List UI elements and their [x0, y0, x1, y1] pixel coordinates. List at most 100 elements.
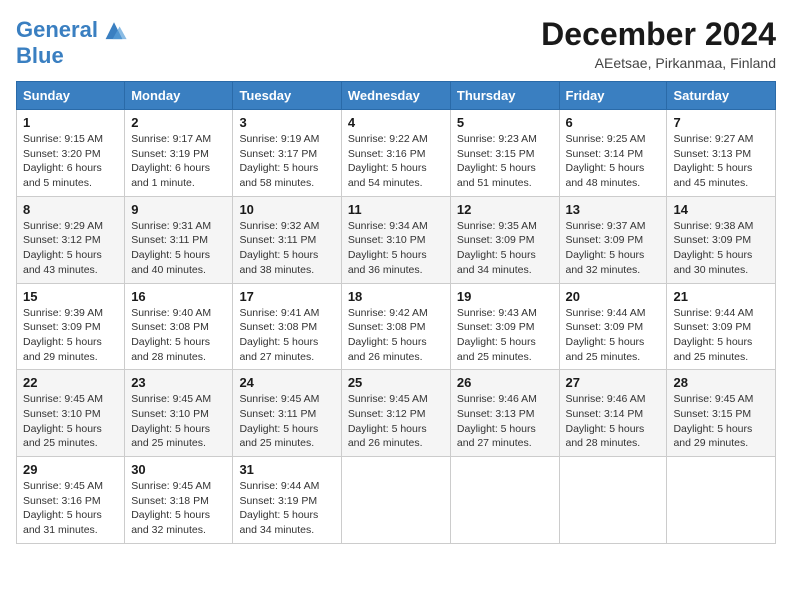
day-number: 18 — [348, 289, 444, 304]
day-cell: 10 Sunrise: 9:32 AMSunset: 3:11 PMDayligh… — [233, 196, 341, 283]
day-cell: 15Sunrise: 9:39 AMSunset: 3:09 PMDayligh… — [17, 283, 125, 370]
day-info: Sunrise: 9:31 AMSunset: 3:11 PMDaylight:… — [131, 219, 226, 278]
day-number: 1 — [23, 115, 118, 130]
day-info: Sunrise: 9:45 AMSunset: 3:16 PMDaylight:… — [23, 479, 118, 538]
day-number: 7 — [673, 115, 769, 130]
day-info: Sunrise: 9:45 AMSunset: 3:10 PMDaylight:… — [23, 392, 118, 451]
day-info: Sunrise: 9:45 AMSunset: 3:11 PMDaylight:… — [239, 392, 334, 451]
day-cell: 12Sunrise: 9:35 AMSunset: 3:09 PMDayligh… — [450, 196, 559, 283]
day-cell: 22 Sunrise: 9:45 AMSunset: 3:10 PMDayligh… — [17, 370, 125, 457]
day-info: Sunrise: 9:43 AMSunset: 3:09 PMDaylight:… — [457, 306, 553, 365]
week-row-4: 22 Sunrise: 9:45 AMSunset: 3:10 PMDayligh… — [17, 370, 776, 457]
day-number: 13 — [566, 202, 661, 217]
day-cell: 11 Sunrise: 9:34 AMSunset: 3:10 PMDayligh… — [341, 196, 450, 283]
day-cell: 2Sunrise: 9:17 AMSunset: 3:19 PMDaylight… — [125, 110, 233, 197]
day-number: 21 — [673, 289, 769, 304]
header-cell-wednesday: Wednesday — [341, 82, 450, 110]
day-number: 19 — [457, 289, 553, 304]
day-number: 9 — [131, 202, 226, 217]
day-info: Sunrise: 9:19 AMSunset: 3:17 PMDaylight:… — [239, 132, 334, 191]
day-number: 10 — [239, 202, 334, 217]
day-cell: 21 Sunrise: 9:44 AMSunset: 3:09 PMDayligh… — [667, 283, 776, 370]
day-number: 25 — [348, 375, 444, 390]
header-row: SundayMondayTuesdayWednesdayThursdayFrid… — [17, 82, 776, 110]
day-cell: 8 Sunrise: 9:29 AMSunset: 3:12 PMDaylight… — [17, 196, 125, 283]
header-cell-friday: Friday — [559, 82, 667, 110]
day-info: Sunrise: 9:45 AMSunset: 3:10 PMDaylight:… — [131, 392, 226, 451]
day-cell: 5 Sunrise: 9:23 AMSunset: 3:15 PMDaylight… — [450, 110, 559, 197]
day-cell: 20 Sunrise: 9:44 AMSunset: 3:09 PMDayligh… — [559, 283, 667, 370]
day-number: 29 — [23, 462, 118, 477]
day-info: Sunrise: 9:40 AMSunset: 3:08 PMDaylight:… — [131, 306, 226, 365]
day-cell: 25 Sunrise: 9:45 AMSunset: 3:12 PMDayligh… — [341, 370, 450, 457]
day-cell: 27Sunrise: 9:46 AMSunset: 3:14 PMDayligh… — [559, 370, 667, 457]
header-cell-thursday: Thursday — [450, 82, 559, 110]
day-info: Sunrise: 9:37 AMSunset: 3:09 PMDaylight:… — [566, 219, 661, 278]
logo: General Blue — [16, 16, 128, 68]
day-info: Sunrise: 9:29 AMSunset: 3:12 PMDaylight:… — [23, 219, 118, 278]
day-cell — [450, 457, 559, 544]
day-number: 30 — [131, 462, 226, 477]
calendar-table: SundayMondayTuesdayWednesdayThursdayFrid… — [16, 81, 776, 544]
day-info: Sunrise: 9:38 AMSunset: 3:09 PMDaylight:… — [673, 219, 769, 278]
day-number: 6 — [566, 115, 661, 130]
day-info: Sunrise: 9:45 AMSunset: 3:12 PMDaylight:… — [348, 392, 444, 451]
day-info: Sunrise: 9:27 AMSunset: 3:13 PMDaylight:… — [673, 132, 769, 191]
day-number: 12 — [457, 202, 553, 217]
logo-blue: Blue — [16, 44, 128, 68]
day-cell: 26 Sunrise: 9:46 AMSunset: 3:13 PMDayligh… — [450, 370, 559, 457]
title-area: December 2024 AEetsae, Pirkanmaa, Finlan… — [541, 16, 776, 71]
day-cell — [341, 457, 450, 544]
day-number: 27 — [566, 375, 661, 390]
day-number: 14 — [673, 202, 769, 217]
day-number: 8 — [23, 202, 118, 217]
day-cell: 16Sunrise: 9:40 AMSunset: 3:08 PMDayligh… — [125, 283, 233, 370]
day-number: 31 — [239, 462, 334, 477]
header-cell-sunday: Sunday — [17, 82, 125, 110]
day-cell: 13 Sunrise: 9:37 AMSunset: 3:09 PMDayligh… — [559, 196, 667, 283]
day-number: 22 — [23, 375, 118, 390]
day-cell — [559, 457, 667, 544]
day-info: Sunrise: 9:41 AMSunset: 3:08 PMDaylight:… — [239, 306, 334, 365]
week-row-3: 15Sunrise: 9:39 AMSunset: 3:09 PMDayligh… — [17, 283, 776, 370]
day-number: 24 — [239, 375, 334, 390]
day-info: Sunrise: 9:44 AMSunset: 3:09 PMDaylight:… — [673, 306, 769, 365]
header-cell-monday: Monday — [125, 82, 233, 110]
day-info: Sunrise: 9:45 AMSunset: 3:15 PMDaylight:… — [673, 392, 769, 451]
day-number: 11 — [348, 202, 444, 217]
day-cell: 14 Sunrise: 9:38 AMSunset: 3:09 PMDayligh… — [667, 196, 776, 283]
day-info: Sunrise: 9:34 AMSunset: 3:10 PMDaylight:… — [348, 219, 444, 278]
day-cell: 23 Sunrise: 9:45 AMSunset: 3:10 PMDayligh… — [125, 370, 233, 457]
day-number: 5 — [457, 115, 553, 130]
day-cell: 7 Sunrise: 9:27 AMSunset: 3:13 PMDaylight… — [667, 110, 776, 197]
header-cell-tuesday: Tuesday — [233, 82, 341, 110]
logo-icon — [100, 16, 128, 44]
day-cell: 28Sunrise: 9:45 AMSunset: 3:15 PMDayligh… — [667, 370, 776, 457]
day-number: 23 — [131, 375, 226, 390]
week-row-2: 8 Sunrise: 9:29 AMSunset: 3:12 PMDaylight… — [17, 196, 776, 283]
day-number: 20 — [566, 289, 661, 304]
day-info: Sunrise: 9:42 AMSunset: 3:08 PMDaylight:… — [348, 306, 444, 365]
day-cell: 18 Sunrise: 9:42 AMSunset: 3:08 PMDayligh… — [341, 283, 450, 370]
day-number: 2 — [131, 115, 226, 130]
day-cell — [667, 457, 776, 544]
day-cell: 9 Sunrise: 9:31 AMSunset: 3:11 PMDaylight… — [125, 196, 233, 283]
day-info: Sunrise: 9:44 AMSunset: 3:09 PMDaylight:… — [566, 306, 661, 365]
day-info: Sunrise: 9:39 AMSunset: 3:09 PMDaylight:… — [23, 306, 118, 365]
day-cell: 1Sunrise: 9:15 AMSunset: 3:20 PMDaylight… — [17, 110, 125, 197]
week-row-1: 1Sunrise: 9:15 AMSunset: 3:20 PMDaylight… — [17, 110, 776, 197]
logo-text: General — [16, 18, 98, 42]
day-number: 26 — [457, 375, 553, 390]
header: General Blue December 2024 AEetsae, Pirk… — [16, 16, 776, 71]
day-cell: 24 Sunrise: 9:45 AMSunset: 3:11 PMDayligh… — [233, 370, 341, 457]
day-info: Sunrise: 9:46 AMSunset: 3:13 PMDaylight:… — [457, 392, 553, 451]
day-info: Sunrise: 9:22 AMSunset: 3:16 PMDaylight:… — [348, 132, 444, 191]
day-info: Sunrise: 9:32 AMSunset: 3:11 PMDaylight:… — [239, 219, 334, 278]
day-cell: 19 Sunrise: 9:43 AMSunset: 3:09 PMDayligh… — [450, 283, 559, 370]
day-info: Sunrise: 9:45 AMSunset: 3:18 PMDaylight:… — [131, 479, 226, 538]
location-title: AEetsae, Pirkanmaa, Finland — [541, 55, 776, 71]
day-cell: 29 Sunrise: 9:45 AMSunset: 3:16 PMDayligh… — [17, 457, 125, 544]
day-cell: 6Sunrise: 9:25 AMSunset: 3:14 PMDaylight… — [559, 110, 667, 197]
day-cell: 3Sunrise: 9:19 AMSunset: 3:17 PMDaylight… — [233, 110, 341, 197]
day-info: Sunrise: 9:23 AMSunset: 3:15 PMDaylight:… — [457, 132, 553, 191]
